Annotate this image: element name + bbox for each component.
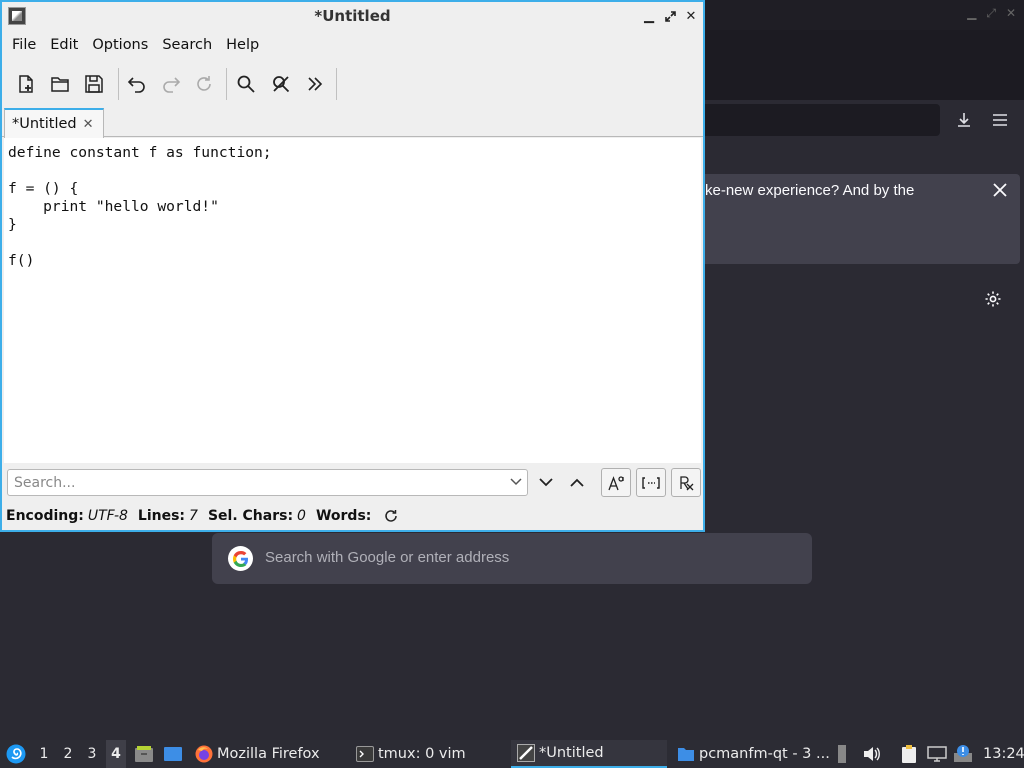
task-label: pcmanfm-qt - 3 ... [699,746,830,762]
new-document-icon[interactable] [12,70,40,98]
code-line: define constant f as function; [8,144,272,161]
tab-close-icon[interactable]: ✕ [83,117,94,132]
window-titlebar[interactable]: *Untitled ▁ ✕ [2,2,703,30]
taskbar: 1 2 3 4 Mozilla Firefox tmux: 0 vim *Unt… [0,740,1024,768]
search-placeholder: Search with Google or enter address [265,549,510,566]
menu-bar: File Edit Options Search Help [2,30,703,60]
find-previous-icon[interactable] [565,470,589,494]
firefox-search-box[interactable]: Search with Google or enter address [212,533,812,584]
code-line: f() [8,252,35,269]
refresh-icon[interactable] [383,508,399,524]
find-replace-icon[interactable] [267,70,295,98]
menu-options[interactable]: Options [86,37,154,53]
desktop-1[interactable]: 1 [34,740,54,768]
clipboard-icon[interactable] [898,740,920,768]
toolbar-separator [226,68,227,100]
task-featherpad[interactable]: *Untitled [511,740,667,768]
update-notifier-icon[interactable] [952,740,974,768]
menu-search[interactable]: Search [156,37,218,53]
notice-close-icon[interactable] [988,178,1012,202]
task-label: tmux: 0 vim [378,746,466,762]
find-next-icon[interactable] [534,470,558,494]
tray-scroll-icon[interactable] [834,740,850,768]
search-input[interactable]: Search... [7,469,528,496]
clock[interactable]: 13:24 [983,740,1024,768]
task-firefox[interactable]: Mozilla Firefox [195,740,320,768]
search-bar: Search... [2,465,703,499]
close-icon[interactable]: ✕ [682,7,700,25]
task-pcmanfm[interactable]: pcmanfm-qt - 3 ... [677,740,830,768]
task-label: *Untitled [539,745,604,761]
close-icon[interactable]: ✕ [1006,6,1016,21]
encoding-value: UTF-8 [87,508,128,524]
redo-icon [157,70,185,98]
desktop-3[interactable]: 3 [82,740,102,768]
open-folder-icon[interactable] [46,70,74,98]
desktop-4[interactable]: 4 [106,740,126,768]
code-line: } [8,216,17,233]
toolbar [2,64,703,104]
folder-icon [678,748,694,761]
hamburger-menu-icon[interactable] [988,108,1012,132]
tab-bar: *Untitled ✕ [2,106,703,138]
lines-label: Lines: [137,508,186,524]
text-editor[interactable]: define constant f as function; f = () { … [4,138,701,463]
regex-icon[interactable] [671,468,701,497]
undo-icon[interactable] [123,70,151,98]
file-manager-launcher-icon[interactable] [133,740,155,768]
encoding-label: Encoding: [6,508,84,524]
gear-icon[interactable] [981,287,1005,311]
sel-chars-label: Sel. Chars: [207,508,294,524]
code-line: f = () { [8,180,79,197]
google-icon [228,546,253,571]
featherpad-window: *Untitled ▁ ✕ File Edit Options Search H… [0,0,705,532]
network-icon[interactable] [926,740,948,768]
featherpad-icon [517,744,535,762]
start-menu-icon[interactable] [5,740,27,768]
words-label: Words: [315,508,372,524]
code-line: print "hello world!" [8,198,219,215]
lines-value: 7 [189,508,198,524]
toolbar-separator [336,68,337,100]
whole-word-icon[interactable] [636,468,666,497]
toolbar-separator [118,68,119,100]
menu-file[interactable]: File [6,37,42,53]
chevron-down-icon[interactable] [509,474,523,490]
menu-edit[interactable]: Edit [44,37,84,53]
reload-icon [190,70,218,98]
code-content: define constant f as function; f = () { … [8,144,272,270]
task-tmux[interactable]: tmux: 0 vim [356,740,466,768]
menu-help[interactable]: Help [220,37,265,53]
volume-icon[interactable] [862,740,882,768]
search-placeholder: Search... [14,475,76,491]
minimize-icon[interactable]: ▁ [640,7,658,25]
match-case-icon[interactable] [601,468,631,497]
more-icon[interactable] [301,70,329,98]
download-icon[interactable] [952,108,976,132]
show-desktop-icon[interactable] [162,740,184,768]
maximize-icon[interactable] [661,7,679,25]
sel-chars-value: 0 [297,508,306,524]
task-label: Mozilla Firefox [217,746,320,762]
firefox-icon [195,745,213,763]
window-title: *Untitled [314,7,391,25]
save-icon[interactable] [80,70,108,98]
find-icon[interactable] [232,70,260,98]
maximize-icon[interactable]: ⤢ [986,6,996,21]
firefox-window-controls: ▁ ⤢ ✕ [967,6,1016,21]
terminal-icon [356,746,374,762]
desktop-2[interactable]: 2 [58,740,78,768]
tab-untitled[interactable]: *Untitled ✕ [4,108,104,138]
status-bar: Encoding: UTF-8 Lines: 7 Sel. Chars: 0 W… [2,502,703,530]
notice-text: ke-new experience? And by the [705,182,915,199]
minimize-icon[interactable]: ▁ [967,6,976,21]
tab-label: *Untitled [12,116,77,132]
firefox-url-bar[interactable] [700,104,940,136]
